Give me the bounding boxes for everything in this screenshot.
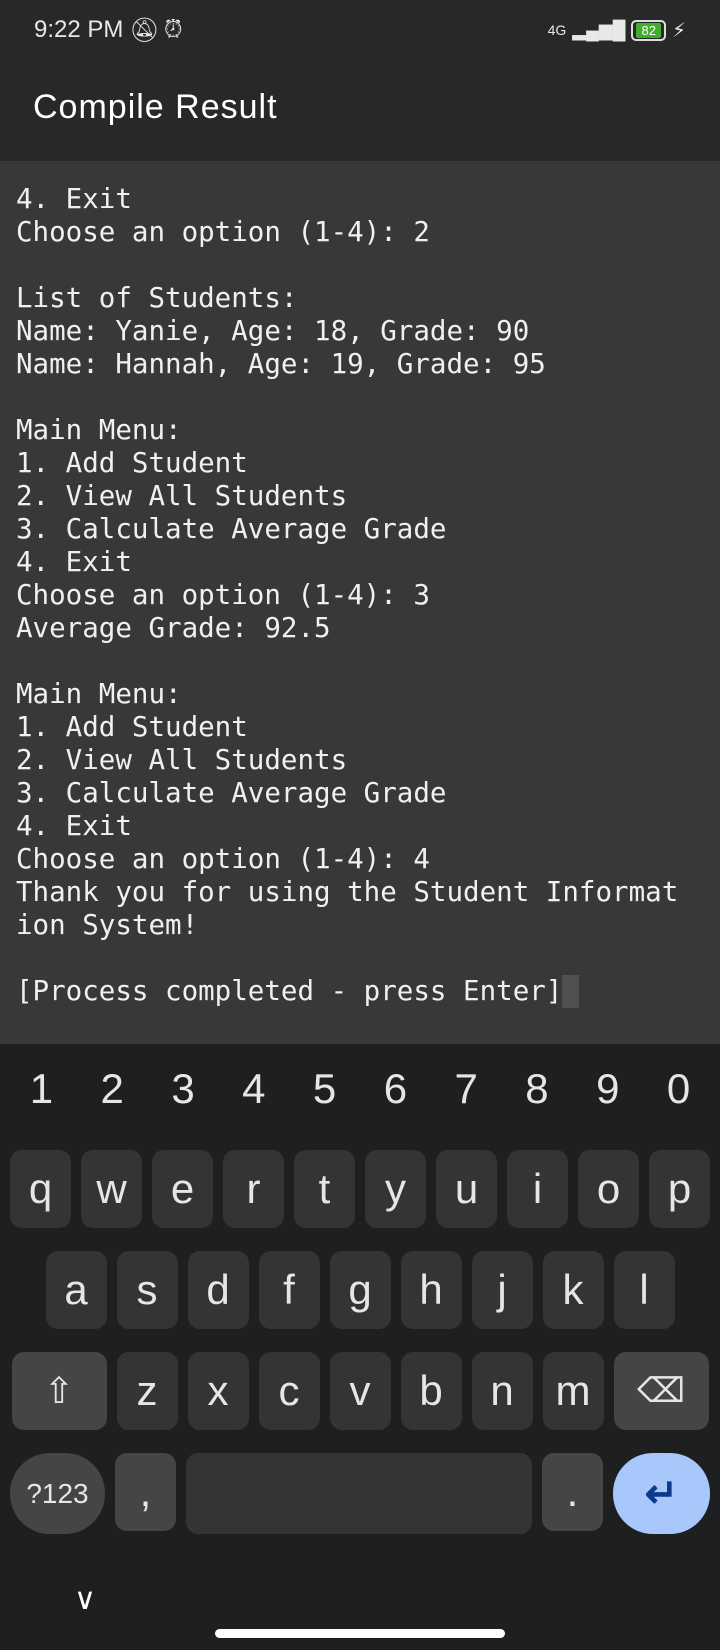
key-row-4: ?123 , . ↵	[0, 1453, 720, 1534]
network-type: 4G	[547, 22, 567, 38]
key-0[interactable]: 0	[667, 1065, 690, 1113]
terminal-cursor	[562, 975, 580, 1008]
key-p[interactable]: p	[649, 1150, 710, 1228]
key-r[interactable]: r	[223, 1150, 284, 1228]
key-t[interactable]: t	[294, 1150, 355, 1228]
key-3[interactable]: 3	[171, 1065, 194, 1113]
terminal-line: 1. Add Student	[16, 711, 248, 743]
key-m[interactable]: m	[542, 1352, 604, 1430]
key-1[interactable]: 1	[30, 1065, 53, 1113]
key-k[interactable]: k	[542, 1251, 604, 1329]
key-6[interactable]: 6	[384, 1065, 407, 1113]
battery-icon: 82	[631, 19, 666, 41]
terminal-line: 2. View All Students	[16, 744, 348, 776]
key-b[interactable]: b	[400, 1352, 462, 1430]
key-q[interactable]: q	[10, 1150, 71, 1228]
comma-key[interactable]: ,	[115, 1453, 176, 1531]
key-a[interactable]: a	[45, 1251, 107, 1329]
terminal-line: [Process completed - press Enter]	[16, 975, 704, 1008]
keyboard: 1234567890	[0, 1044, 720, 1650]
enter-key[interactable]: ↵	[613, 1453, 710, 1534]
silent-bell-icon: 🔕︎	[129, 16, 160, 44]
shift-key[interactable]: ⇧	[11, 1352, 107, 1430]
status-time: 9:22 PM	[34, 16, 124, 43]
key-2[interactable]: 2	[101, 1065, 124, 1113]
backspace-key[interactable]: ⌫	[613, 1352, 709, 1430]
home-indicator[interactable]	[215, 1629, 505, 1638]
key-o[interactable]: o	[578, 1150, 639, 1228]
key-d[interactable]: d	[187, 1251, 249, 1329]
key-j[interactable]: j	[471, 1251, 533, 1329]
key-i[interactable]: i	[507, 1150, 568, 1228]
period-key[interactable]: .	[542, 1453, 603, 1531]
alarm-icon: ⏰︎	[163, 16, 183, 43]
page-title: Compile Result	[0, 60, 720, 161]
terminal-line: 4. Exit	[16, 546, 132, 578]
key-g[interactable]: g	[329, 1251, 391, 1329]
key-f[interactable]: f	[258, 1251, 320, 1329]
key-8[interactable]: 8	[525, 1065, 548, 1113]
hide-keyboard-chevron-down-icon[interactable]: ∨	[74, 1582, 96, 1617]
key-l[interactable]: l	[613, 1251, 675, 1329]
key-n[interactable]: n	[471, 1352, 533, 1430]
key-5[interactable]: 5	[313, 1065, 336, 1113]
terminal-line: Choose an option (1-4): 3	[16, 579, 430, 611]
key-c[interactable]: c	[258, 1352, 320, 1430]
key-h[interactable]: h	[400, 1251, 462, 1329]
status-bar: 9:22 PM 🔕︎ ⏰︎ 4G ▂▄▆█ 82 ⚡︎	[0, 0, 720, 60]
terminal-line: 4. Exit	[16, 183, 132, 215]
terminal-line: Name: Hannah, Age: 19, Grade: 95	[16, 348, 546, 380]
number-row: 1234567890	[0, 1044, 720, 1134]
terminal-line: 3. Calculate Average Grade	[16, 777, 447, 809]
space-key[interactable]	[186, 1453, 532, 1534]
terminal-line: Average Grade: 92.5	[16, 612, 331, 644]
key-w[interactable]: w	[81, 1150, 142, 1228]
key-e[interactable]: e	[152, 1150, 213, 1228]
key-x[interactable]: x	[187, 1352, 249, 1430]
key-4[interactable]: 4	[242, 1065, 265, 1113]
key-s[interactable]: s	[116, 1251, 178, 1329]
enter-icon: ↵	[644, 1471, 679, 1516]
terminal-line: List of Students:	[16, 282, 298, 314]
key-y[interactable]: y	[365, 1150, 426, 1228]
key-9[interactable]: 9	[596, 1065, 619, 1113]
battery-level: 82	[636, 22, 661, 38]
terminal-line: Choose an option (1-4): 2	[16, 216, 430, 248]
terminal-line: Main Menu:	[16, 678, 182, 710]
terminal-output[interactable]: 4. Exit Choose an option (1-4): 2 List of …	[0, 161, 720, 1044]
terminal-line: 4. Exit	[16, 810, 132, 842]
key-row-2: asdfghjkl	[0, 1251, 720, 1329]
signal-icon: ▂▄▆█	[572, 19, 626, 40]
terminal-line: 1. Add Student	[16, 447, 248, 479]
terminal-line: 3. Calculate Average Grade	[16, 513, 447, 545]
key-u[interactable]: u	[436, 1150, 497, 1228]
symbols-key[interactable]: ?123	[10, 1453, 105, 1534]
terminal-line: Choose an option (1-4): 4	[16, 843, 430, 875]
terminal-line: Thank you for using the Student Informat	[16, 876, 679, 908]
key-row-1: qwertyuiop	[0, 1150, 720, 1228]
terminal-line: Name: Yanie, Age: 18, Grade: 90	[16, 315, 530, 347]
key-7[interactable]: 7	[455, 1065, 478, 1113]
charging-icon: ⚡︎	[671, 19, 686, 42]
terminal-line: Main Menu:	[16, 414, 182, 446]
key-v[interactable]: v	[329, 1352, 391, 1430]
key-z[interactable]: z	[116, 1352, 178, 1430]
backspace-icon: ⌫	[636, 1372, 686, 1410]
shift-icon: ⇧	[43, 1370, 75, 1411]
terminal-line: 2. View All Students	[16, 480, 348, 512]
terminal-line: ion System!	[16, 909, 199, 941]
key-row-3: ⇧ zxcvbnm ⌫	[0, 1352, 720, 1430]
